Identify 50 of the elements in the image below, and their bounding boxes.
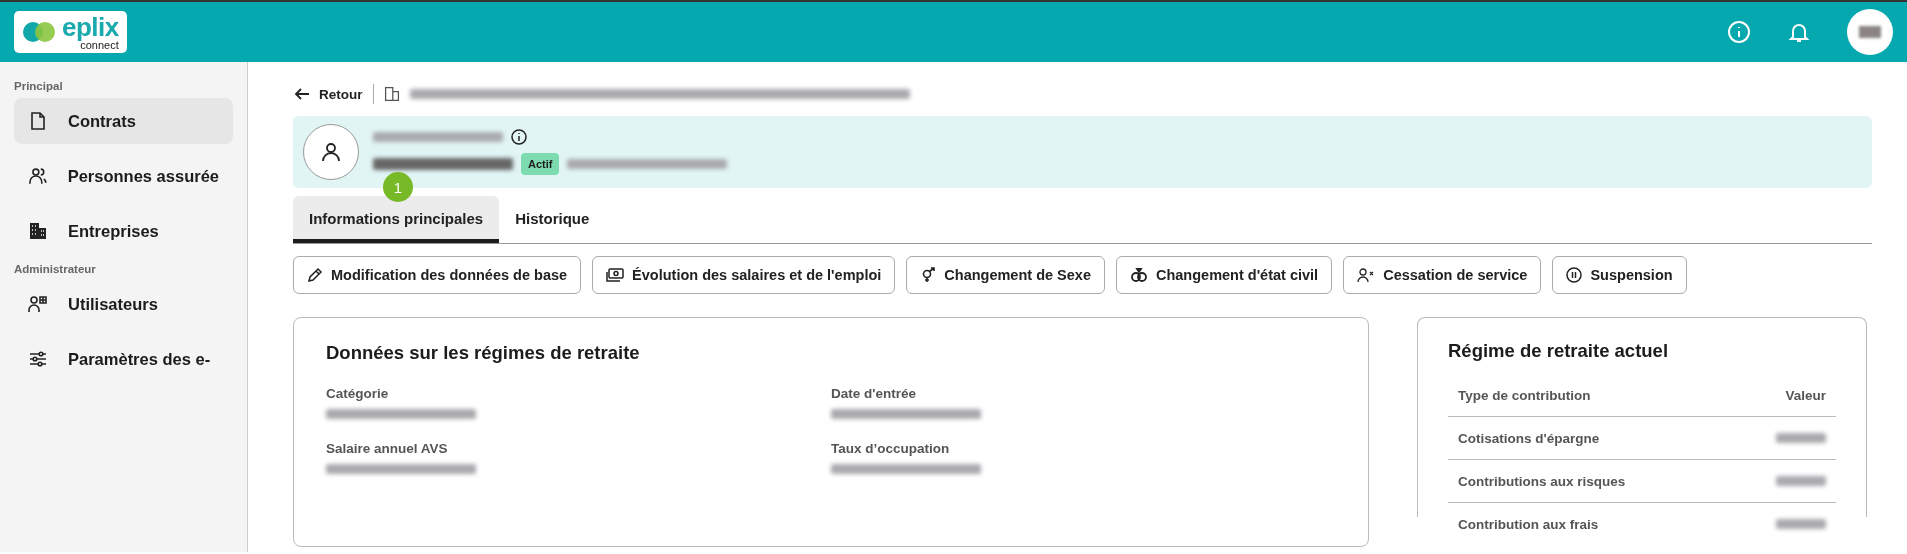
action-button[interactable]: Changement de Sexe — [906, 256, 1105, 294]
table-cell: Contribution aux frais — [1458, 516, 1599, 532]
action-button[interactable]: Changement d'état civil — [1115, 256, 1333, 294]
user-card-icon — [28, 294, 48, 314]
people-icon — [28, 166, 48, 186]
card-title: Données sur les régimes de retraite — [326, 342, 641, 364]
field-label: Taux d’occupation — [831, 441, 950, 456]
logo-mark-icon — [22, 21, 56, 43]
field-label: Catégorie — [326, 386, 389, 401]
sidebar-item[interactable]: Paramètres des e- — [14, 336, 233, 382]
action-button[interactable]: Cessation de service — [1343, 256, 1542, 294]
user-remove-icon — [1357, 267, 1376, 283]
building-icon — [383, 86, 400, 102]
pencil-icon — [307, 267, 323, 283]
field-label: Salaire annuel AVS — [326, 441, 448, 456]
sidebar-item[interactable]: Entreprises — [14, 208, 233, 254]
logo-wordmark: eplix — [62, 13, 119, 40]
info-icon[interactable] — [511, 129, 527, 145]
banknote-icon — [606, 267, 625, 283]
column-header: Type de contribution — [1458, 387, 1591, 403]
tab[interactable]: Historique — [499, 196, 606, 243]
document-icon — [28, 111, 48, 131]
sidebar-section-title: Principal — [14, 80, 64, 92]
sidebar-section-title: Administrateur — [14, 263, 97, 275]
back-link[interactable]: Retour — [293, 85, 363, 103]
pause-icon — [1566, 267, 1583, 283]
sidebar-item[interactable]: Contrats — [14, 98, 233, 144]
action-button[interactable]: Modification des données de base — [293, 256, 582, 294]
settings-sliders-icon — [28, 349, 48, 369]
user-avatar[interactable] — [1847, 9, 1893, 55]
card-title: Régime de retraite actuel — [1448, 340, 1670, 362]
user-icon — [320, 141, 342, 163]
redacted-text — [1776, 433, 1826, 443]
sidebar-item[interactable]: Personnes assurée — [14, 153, 233, 199]
field-label: Date d'entrée — [831, 386, 916, 401]
building-icon — [28, 221, 48, 241]
action-button[interactable]: Suspension — [1552, 256, 1687, 294]
step-marker: 1 — [383, 172, 413, 202]
logo[interactable]: eplix connect — [14, 11, 127, 53]
table-cell: Contributions aux risques — [1458, 473, 1626, 489]
status-badge: Actif — [521, 153, 560, 175]
gender-symbol-icon — [920, 267, 937, 283]
sidebar-item[interactable]: Utilisateurs — [14, 281, 233, 327]
table-cell: Cotisations d'épargne — [1458, 430, 1600, 446]
redacted-text — [1776, 519, 1826, 529]
column-header: Valeur — [1785, 387, 1826, 403]
redacted-text — [1776, 476, 1826, 486]
action-button[interactable]: Évolution des salaires et de l'emploi — [592, 256, 896, 294]
rings-icon — [1129, 267, 1148, 283]
tab[interactable]: Informations principales — [293, 196, 500, 243]
